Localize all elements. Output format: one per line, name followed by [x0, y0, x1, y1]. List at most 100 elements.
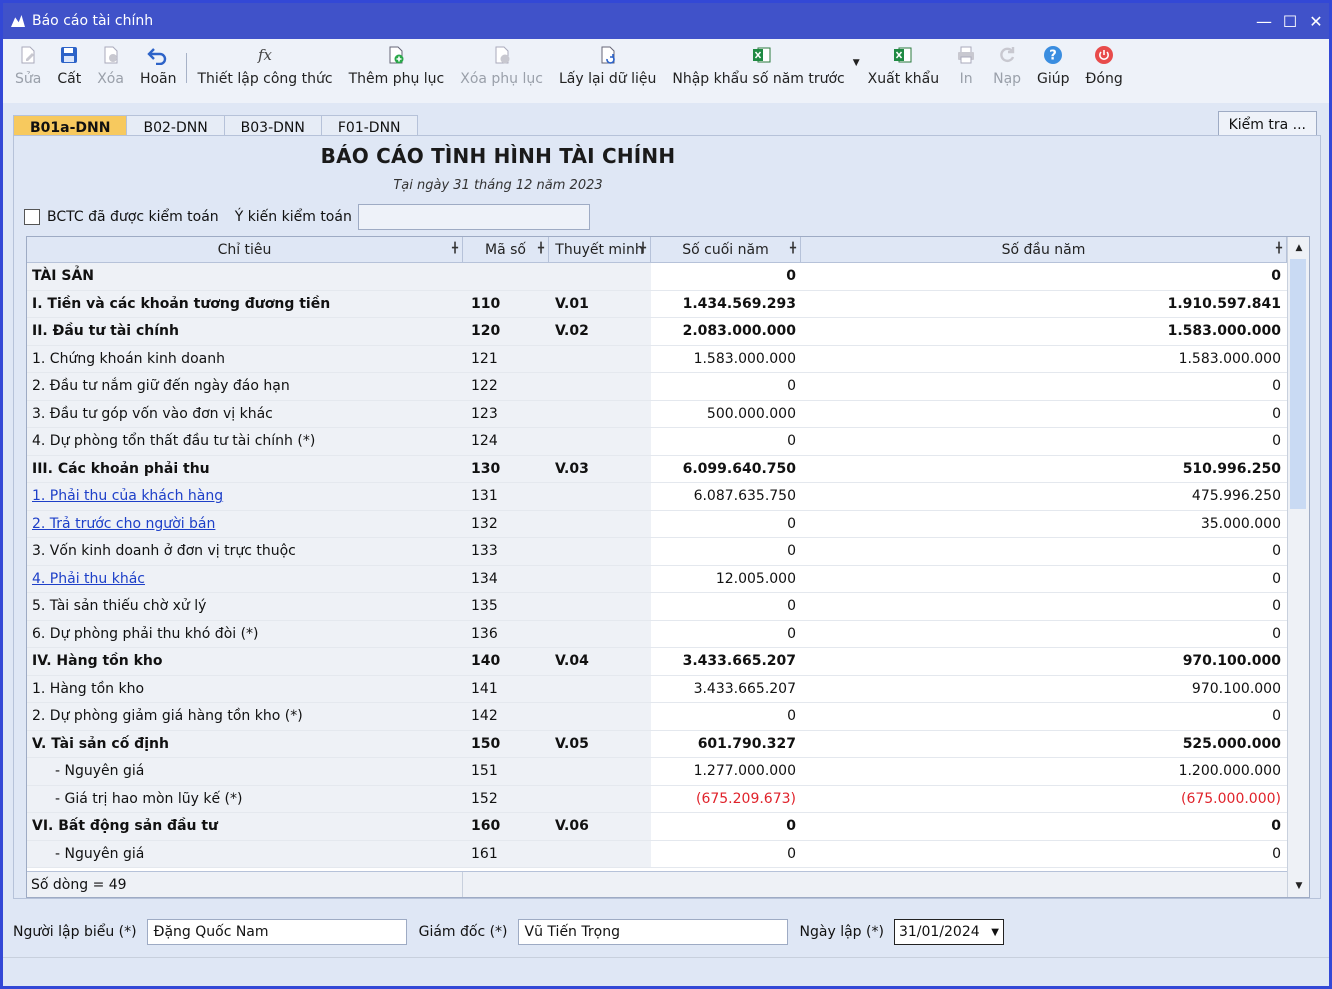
cell-indicator[interactable]: 4. Phải thu khác	[27, 565, 463, 592]
cell-end-year[interactable]: 0	[651, 538, 801, 565]
cell-begin-year[interactable]: 1.910.597.841	[801, 291, 1287, 318]
print-button[interactable]: In	[947, 39, 985, 87]
cell-end-year[interactable]: 0	[651, 428, 801, 455]
table-row[interactable]: - Nguyên giá 161 0 0	[27, 840, 1287, 868]
cell-end-year[interactable]: 1.583.000.000	[651, 346, 801, 373]
cell-begin-year[interactable]: 0	[801, 813, 1287, 840]
table-row[interactable]: V. Tài sản cố định 150 V.05 601.790.327 525.…	[27, 730, 1287, 758]
minimize-icon[interactable]: —	[1251, 12, 1277, 31]
cell-begin-year[interactable]: 0	[801, 703, 1287, 730]
scroll-down-icon[interactable]: ▼	[1288, 877, 1309, 895]
pin-icon[interactable]: ╋	[452, 243, 458, 254]
cell-end-year[interactable]: 0	[651, 621, 801, 648]
table-row[interactable]: 6. Dự phòng phải thu khó đòi (*) 136 0 0	[27, 620, 1287, 648]
column-header-note[interactable]: Thuyết minh ╋	[549, 237, 651, 263]
chevron-down-icon[interactable]: ▼	[991, 927, 999, 938]
cell-end-year[interactable]: 3.433.665.207	[651, 676, 801, 703]
audited-checkbox[interactable]	[24, 209, 40, 225]
column-header-begin-year[interactable]: Số đầu năm ╋	[801, 237, 1287, 263]
cell-end-year[interactable]: 0	[651, 813, 801, 840]
cell-end-year[interactable]: 1.277.000.000	[651, 758, 801, 785]
cell-begin-year[interactable]: 0	[801, 621, 1287, 648]
cell-end-year[interactable]: 12.005.000	[651, 566, 801, 593]
cell-end-year[interactable]: (675.209.673)	[651, 786, 801, 813]
date-picker[interactable]: 31/01/2024 ▼	[893, 919, 1004, 945]
close-icon[interactable]: ✕	[1303, 12, 1329, 31]
cell-begin-year[interactable]: 970.100.000	[801, 648, 1287, 675]
cell-begin-year[interactable]: 0	[801, 566, 1287, 593]
add-appendix-button[interactable]: Thêm phụ lục	[341, 39, 453, 87]
cell-begin-year[interactable]: 0	[801, 593, 1287, 620]
load-button[interactable]: Nạp	[985, 39, 1029, 87]
cell-end-year[interactable]: 0	[651, 841, 801, 868]
delete-button[interactable]: Xóa	[89, 39, 132, 87]
cell-end-year[interactable]: 0	[651, 373, 801, 400]
cell-end-year[interactable]: 6.099.640.750	[651, 456, 801, 483]
cell-begin-year[interactable]: 0	[801, 428, 1287, 455]
table-row[interactable]: 2. Dự phòng giảm giá hàng tồn kho (*) 142…	[27, 703, 1287, 731]
cell-begin-year[interactable]: 35.000.000	[801, 511, 1287, 538]
preparer-input[interactable]: Đặng Quốc Nam	[146, 919, 407, 945]
column-header-indicator[interactable]: Chỉ tiêu ╋	[27, 237, 463, 263]
cell-end-year[interactable]: 601.790.327	[651, 731, 801, 758]
table-row[interactable]: II. Đầu tư tài chính 120 V.02 2.083.000.000…	[27, 318, 1287, 346]
cell-indicator[interactable]: 1. Phải thu của khách hàng	[27, 483, 463, 510]
table-row[interactable]: 1. Hàng tồn kho 141 3.433.665.207 970.100.0…	[27, 675, 1287, 703]
table-row[interactable]: 4. Phải thu khác 134 12.005.000 0	[27, 565, 1287, 593]
pin-icon[interactable]: ╋	[538, 243, 544, 254]
table-row[interactable]: - Nguyên giá 151 1.277.000.000 1.200.000.00…	[27, 758, 1287, 786]
table-row[interactable]: 2. Trả trước cho người bán 132 0 35.000.000	[27, 510, 1287, 538]
import-previous-year-button[interactable]: Nhập khẩu số năm trước▼	[664, 39, 860, 87]
audit-opinion-input[interactable]	[357, 204, 590, 230]
cell-begin-year[interactable]: 0	[801, 841, 1287, 868]
check-button[interactable]: Kiểm tra ...	[1217, 111, 1317, 138]
pin-icon[interactable]: ╋	[640, 243, 646, 254]
cell-begin-year[interactable]: 525.000.000	[801, 731, 1287, 758]
table-row[interactable]: 2. Đầu tư nắm giữ đến ngày đáo hạn 122 0 0	[27, 373, 1287, 401]
cell-end-year[interactable]: 3.433.665.207	[651, 648, 801, 675]
cell-begin-year[interactable]: 1.583.000.000	[801, 318, 1287, 345]
save-button[interactable]: Cất	[49, 39, 89, 87]
maximize-icon[interactable]: ☐	[1277, 12, 1303, 31]
table-row[interactable]: 4. Dự phòng tổn thất đầu tư tài chính (*…	[27, 428, 1287, 456]
table-row[interactable]: IV. Hàng tồn kho 140 V.04 3.433.665.207 970.…	[27, 648, 1287, 676]
cell-end-year[interactable]: 0	[651, 511, 801, 538]
scroll-thumb[interactable]	[1290, 259, 1306, 509]
cell-begin-year[interactable]: 475.996.250	[801, 483, 1287, 510]
edit-button[interactable]: Sửa	[7, 39, 49, 87]
cell-end-year[interactable]: 0	[651, 703, 801, 730]
cell-begin-year[interactable]: (675.000.000)	[801, 786, 1287, 813]
remove-appendix-button[interactable]: Xóa phụ lục	[452, 39, 551, 87]
cell-indicator[interactable]: 2. Trả trước cho người bán	[27, 510, 463, 537]
export-button[interactable]: Xuất khẩu	[860, 39, 947, 87]
cell-begin-year[interactable]: 0	[801, 263, 1287, 290]
director-input[interactable]: Vũ Tiến Trọng	[517, 919, 788, 945]
help-button[interactable]: ? Giúp	[1029, 39, 1078, 87]
cell-begin-year[interactable]: 0	[801, 373, 1287, 400]
table-row[interactable]: VI. Bất động sản đầu tư 160 V.06 0 0	[27, 813, 1287, 841]
cell-end-year[interactable]: 2.083.000.000	[651, 318, 801, 345]
table-row[interactable]: 1. Chứng khoán kinh doanh 121 1.583.000.00…	[27, 345, 1287, 373]
table-row[interactable]: 1. Phải thu của khách hàng 131 6.087.635.7…	[27, 483, 1287, 511]
scroll-up-icon[interactable]: ▲	[1288, 239, 1309, 257]
cell-begin-year[interactable]: 970.100.000	[801, 676, 1287, 703]
cell-end-year[interactable]: 1.434.569.293	[651, 291, 801, 318]
cell-end-year[interactable]: 0	[651, 263, 801, 290]
cell-begin-year[interactable]: 0	[801, 401, 1287, 428]
table-row[interactable]: 3. Đầu tư góp vốn vào đơn vị khác 123 500.…	[27, 400, 1287, 428]
cell-end-year[interactable]: 500.000.000	[651, 401, 801, 428]
table-row[interactable]: III. Các khoản phải thu 130 V.03 6.099.640.…	[27, 455, 1287, 483]
cell-begin-year[interactable]: 1.583.000.000	[801, 346, 1287, 373]
cell-begin-year[interactable]: 510.996.250	[801, 456, 1287, 483]
formula-setup-button[interactable]: fx Thiết lập công thức	[189, 39, 340, 87]
vertical-scrollbar[interactable]: ▲ ▼	[1287, 237, 1309, 897]
table-row[interactable]: 5. Tài sản thiếu chờ xử lý 135 0 0	[27, 593, 1287, 621]
column-header-end-year[interactable]: Số cuối năm ╋	[651, 237, 801, 263]
undo-button[interactable]: Hoãn	[132, 39, 185, 87]
column-header-code[interactable]: Mã số ╋	[463, 237, 549, 263]
close-form-button[interactable]: Đóng	[1078, 39, 1131, 87]
cell-begin-year[interactable]: 1.200.000.000	[801, 758, 1287, 785]
chevron-down-icon[interactable]: ▼	[853, 58, 860, 68]
reload-data-button[interactable]: Lấy lại dữ liệu	[551, 39, 664, 87]
cell-end-year[interactable]: 6.087.635.750	[651, 483, 801, 510]
